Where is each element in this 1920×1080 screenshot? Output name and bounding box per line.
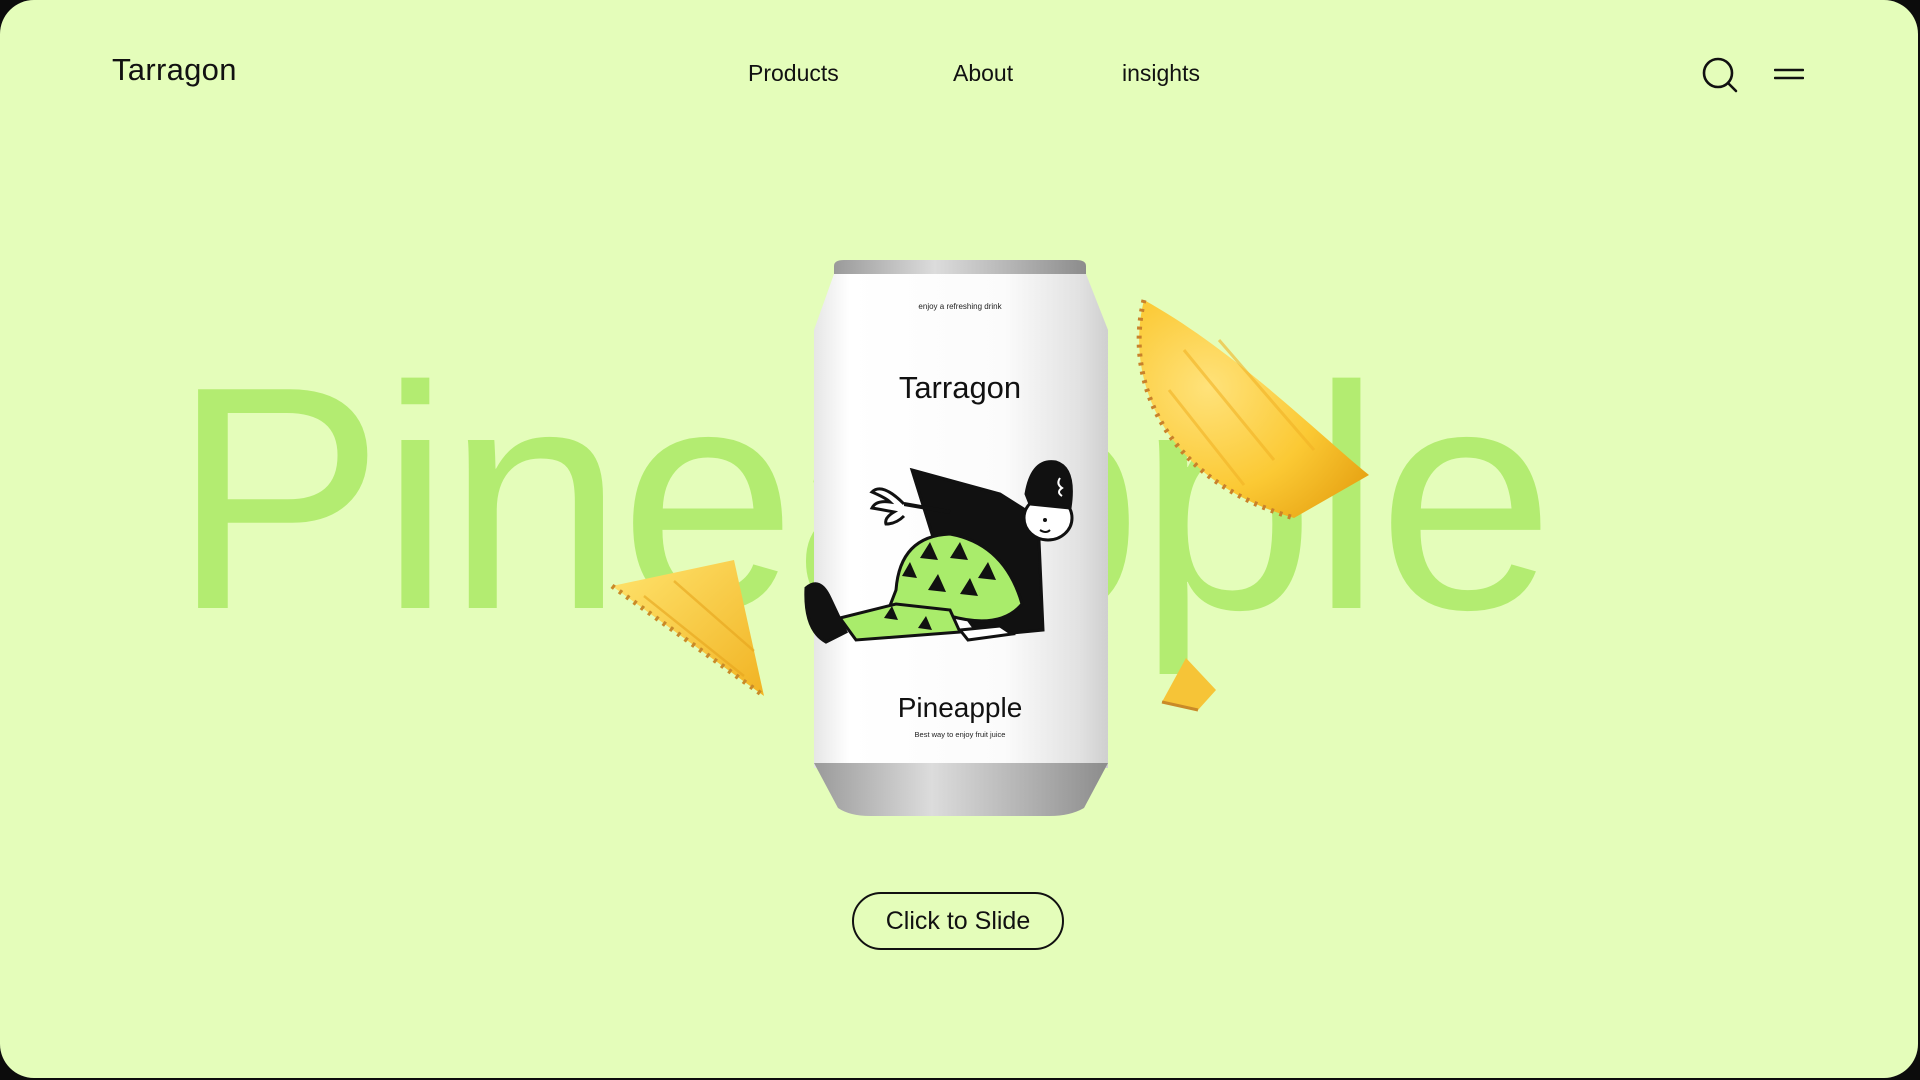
menu-icon[interactable] xyxy=(1773,66,1805,87)
brand-logo[interactable]: Tarragon xyxy=(112,52,237,88)
can-brand: Tarragon xyxy=(898,370,1022,405)
pineapple-wedge-left-image xyxy=(604,556,774,711)
product-can: enjoy a refreshing drink Tarragon Pineap… xyxy=(800,258,1120,818)
pineapple-chunk-small-image xyxy=(1158,654,1220,719)
nav-about[interactable]: About xyxy=(953,60,1013,87)
can-flavor: Pineapple xyxy=(897,692,1023,723)
page-frame: Tarragon Products About insights Pineapp… xyxy=(0,0,1918,1078)
nav-insights[interactable]: insights xyxy=(1122,60,1200,87)
nav-products[interactable]: Products xyxy=(748,60,839,87)
search-icon[interactable] xyxy=(1700,56,1740,101)
can-top-label: enjoy a refreshing drink xyxy=(918,302,1002,311)
can-tagline: Best way to enjoy fruit juice xyxy=(914,730,1006,739)
pineapple-slice-large-image xyxy=(1124,270,1384,535)
click-to-slide-button[interactable]: Click to Slide xyxy=(852,892,1064,950)
